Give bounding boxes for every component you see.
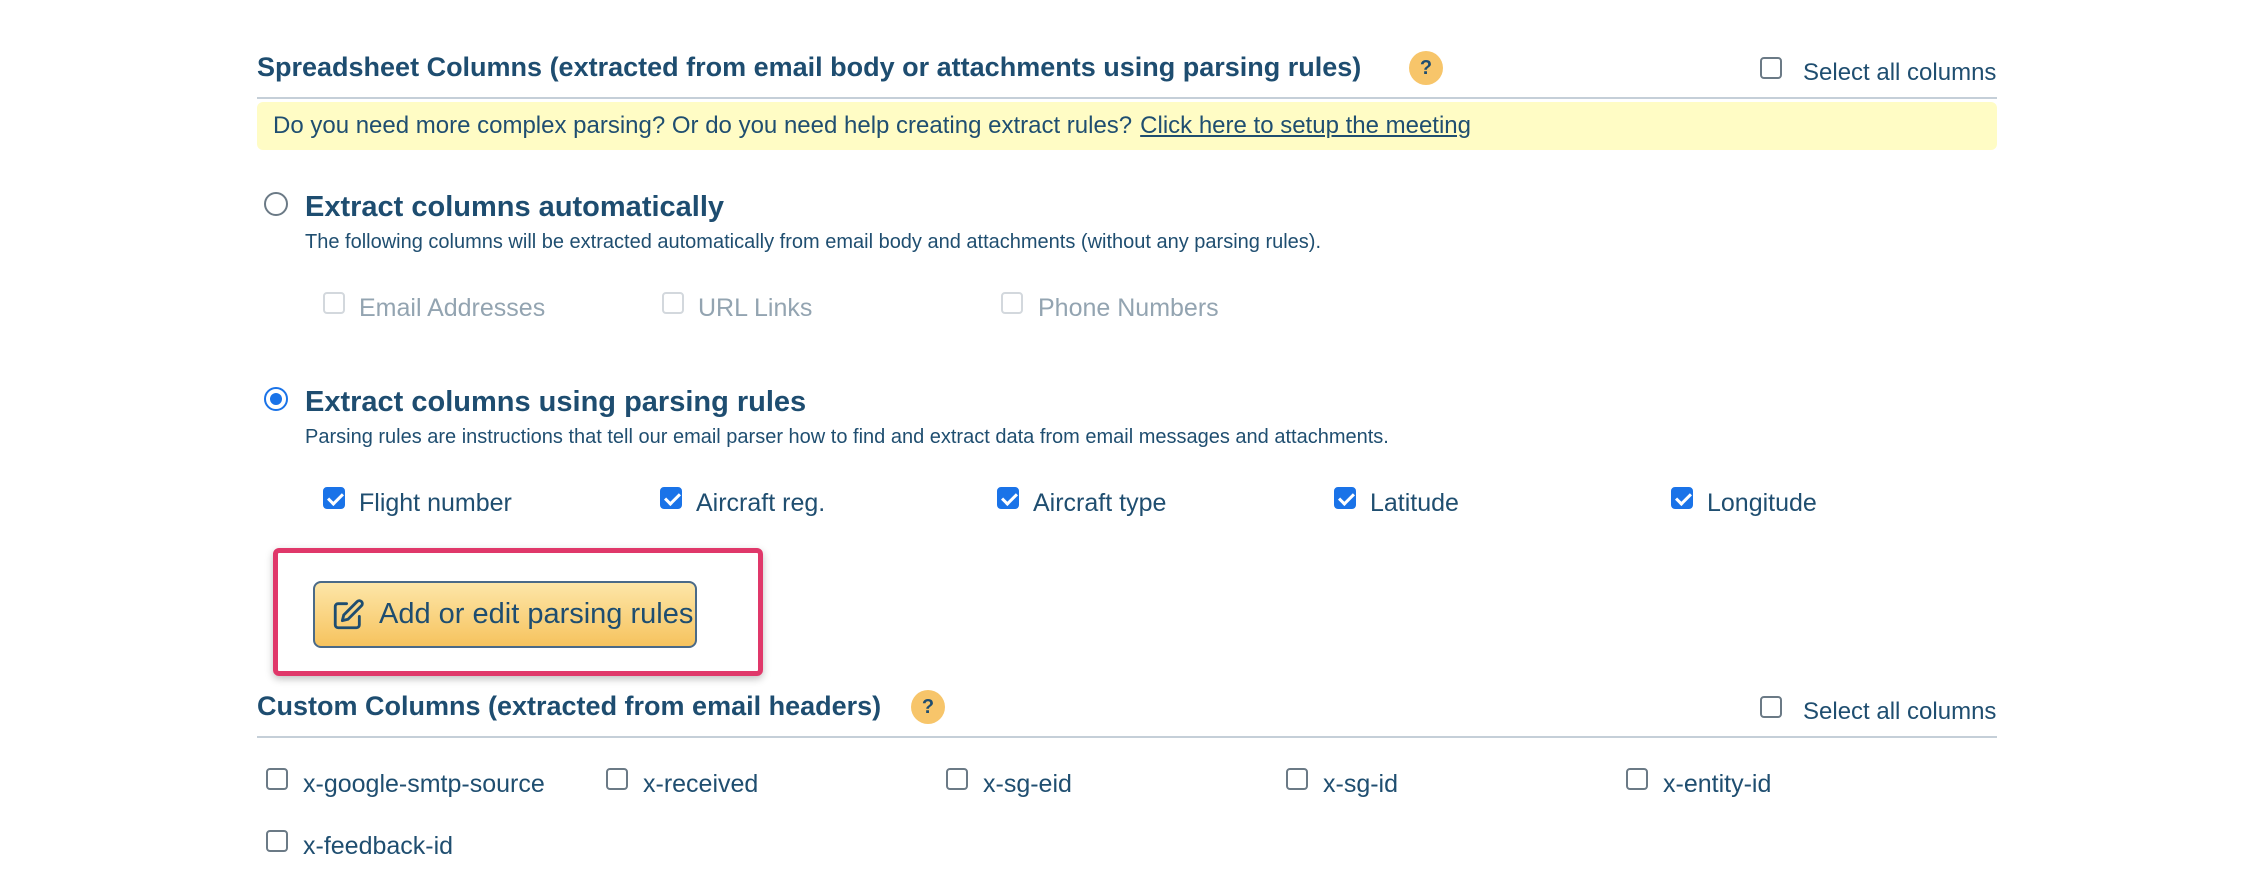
aircraft-type-label[interactable]: Aircraft type — [1033, 489, 1166, 518]
email-addresses-checkbox — [323, 292, 345, 314]
extract-auto-title: Extract columns automatically — [305, 191, 725, 223]
edit-parsing-rules-label: Add or edit parsing rules — [379, 598, 694, 630]
select-all-spreadsheet-label[interactable]: Select all columns — [1803, 59, 1996, 87]
latitude-label[interactable]: Latitude — [1370, 489, 1459, 518]
custom-help-icon[interactable]: ? — [911, 690, 945, 724]
x-feedback-id-label[interactable]: x-feedback-id — [303, 832, 453, 861]
extract-auto-radio[interactable] — [264, 192, 288, 216]
help-icon[interactable]: ? — [1409, 51, 1443, 85]
email-addresses-label: Email Addresses — [359, 294, 546, 322]
extract-rules-radio[interactable] — [264, 387, 288, 411]
edit-parsing-rules-button[interactable]: Add or edit parsing rules — [313, 581, 697, 648]
edit-icon — [333, 598, 364, 629]
setup-meeting-link[interactable]: Click here to setup the meeting — [1140, 112, 1471, 140]
select-all-spreadsheet-checkbox[interactable] — [1760, 57, 1782, 79]
custom-columns-title: Custom Columns (extracted from email hea… — [257, 691, 882, 721]
x-entity-id-label[interactable]: x-entity-id — [1663, 770, 1771, 799]
x-sg-id-checkbox[interactable] — [1286, 768, 1308, 790]
x-sg-eid-label[interactable]: x-sg-eid — [983, 770, 1072, 799]
spreadsheet-divider — [257, 97, 1997, 99]
x-received-checkbox[interactable] — [606, 768, 628, 790]
aircraft-reg-label[interactable]: Aircraft reg. — [696, 489, 825, 518]
url-links-checkbox — [662, 292, 684, 314]
x-received-label[interactable]: x-received — [643, 770, 758, 799]
x-sg-eid-checkbox[interactable] — [946, 768, 968, 790]
x-entity-id-checkbox[interactable] — [1626, 768, 1648, 790]
spreadsheet-columns-title: Spreadsheet Columns (extracted from emai… — [257, 52, 1362, 82]
phone-numbers-label: Phone Numbers — [1038, 294, 1219, 322]
x-sg-id-label[interactable]: x-sg-id — [1323, 770, 1398, 799]
extract-rules-title: Extract columns using parsing rules — [305, 386, 807, 418]
extract-auto-description: The following columns will be extracted … — [305, 231, 1322, 253]
phone-numbers-checkbox — [1001, 292, 1023, 314]
custom-divider — [257, 736, 1997, 738]
x-google-smtp-source-label[interactable]: x-google-smtp-source — [303, 770, 545, 799]
longitude-label[interactable]: Longitude — [1707, 489, 1817, 518]
latitude-checkbox[interactable] — [1334, 487, 1356, 509]
extract-rules-description: Parsing rules are instructions that tell… — [305, 426, 1389, 448]
notice-text: Do you need more complex parsing? Or do … — [273, 112, 1133, 139]
select-all-custom-checkbox[interactable] — [1760, 696, 1782, 718]
select-all-custom-label[interactable]: Select all columns — [1803, 698, 1996, 726]
aircraft-type-checkbox[interactable] — [997, 487, 1019, 509]
flight-number-label[interactable]: Flight number — [359, 489, 512, 518]
aircraft-reg-checkbox[interactable] — [660, 487, 682, 509]
url-links-label: URL Links — [698, 294, 813, 322]
longitude-checkbox[interactable] — [1671, 487, 1693, 509]
x-feedback-id-checkbox[interactable] — [266, 830, 288, 852]
flight-number-checkbox[interactable] — [323, 487, 345, 509]
x-google-smtp-source-checkbox[interactable] — [266, 768, 288, 790]
parsing-help-notice: Do you need more complex parsing? Or do … — [257, 102, 1997, 150]
